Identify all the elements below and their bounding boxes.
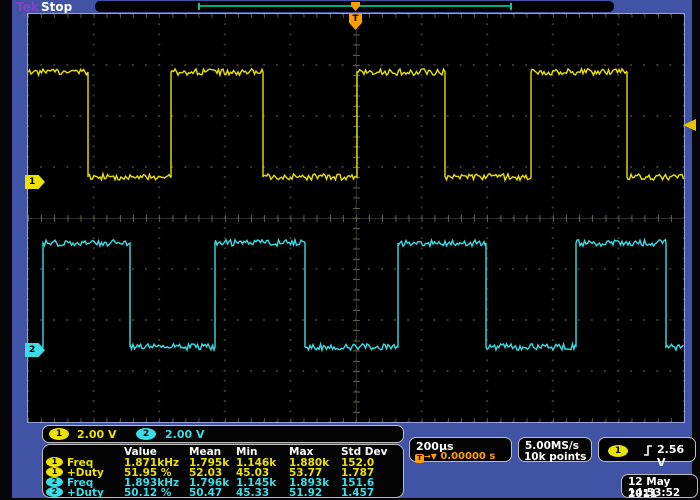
ch1-scale: 2.00 V [77, 428, 116, 441]
record-trigger-position-icon [351, 2, 360, 11]
ch2-square-wave [28, 240, 684, 350]
waveform-traces [28, 14, 684, 422]
trigger-t-icon: T [415, 454, 424, 463]
ch1-badge: 1 [46, 467, 63, 477]
meas-mean: 50.47 [189, 487, 222, 499]
meas-stddev: 1.457 [341, 487, 374, 499]
ch2-badge: 2 [136, 428, 156, 440]
record-view-bar [95, 1, 614, 12]
measurement-table: Value Mean Min Max Std Dev 1 Freq 1.871k… [42, 444, 404, 498]
trigger-source-badge: 1 [608, 445, 628, 457]
record-window-bracket-left [198, 3, 200, 10]
ch2-badge: 2 [46, 487, 63, 497]
ch2-badge: 2 [46, 477, 63, 487]
ch2-scale: 2.00 V [165, 428, 204, 441]
ch1-square-wave [28, 69, 684, 180]
meas-value: 50.12 % [124, 487, 171, 499]
time-value: 14:53:52 [628, 487, 680, 499]
trigger-level-value: 2.56 V [657, 443, 695, 469]
measurement-row: 2 +Duty 50.12 % 50.47 45.33 51.92 1.457 [43, 487, 403, 498]
tek-logo: Tek [16, 0, 39, 14]
record-window-bracket-right [510, 3, 512, 10]
graticule [28, 14, 684, 422]
ch1-badge: 1 [49, 428, 69, 440]
ch1-badge: 1 [46, 457, 63, 467]
trigger-level-arrow[interactable] [683, 119, 696, 131]
trigger-position-value: 0.00000 s [440, 451, 495, 462]
rising-edge-icon [643, 444, 654, 457]
oscilloscope-screen: Tek Stop T 1 2 1 2.00 V 2 [0, 0, 700, 500]
channel-scale-bar: 1 2.00 V 2 2.00 V [42, 425, 404, 443]
trigger-readout: 1 2.56 V [598, 437, 696, 462]
timebase-readout: 200µs T→▼ 0.00000 s [409, 437, 512, 462]
acquisition-readout: 5.00MS/s 10k points [518, 437, 592, 462]
trigger-position-readout: T→▼ 0.00000 s [415, 451, 495, 463]
acquisition-status: Stop [41, 0, 72, 14]
meas-name: +Duty [67, 487, 104, 499]
meas-max: 51.92 [289, 487, 322, 499]
record-length: 10k points [524, 451, 586, 463]
datetime-readout: 12 May 2011 14:53:52 [621, 474, 698, 498]
chassis-panel: Tek Stop T 1 2 1 2.00 V 2 [12, 0, 692, 498]
meas-min: 45.33 [236, 487, 269, 499]
trigger-arrows-icon: →▼ [424, 452, 437, 461]
